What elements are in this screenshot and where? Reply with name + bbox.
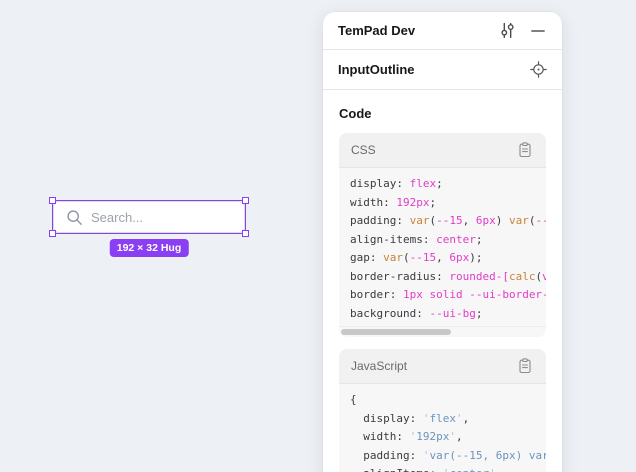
search-placeholder: Search... xyxy=(91,210,143,225)
javascript-code-block: JavaScript { display: 'flex', width: '19… xyxy=(339,349,546,472)
selection-handle-top-right[interactable] xyxy=(242,197,249,204)
scrollbar-thumb[interactable] xyxy=(341,329,451,335)
javascript-block-label: JavaScript xyxy=(351,359,516,373)
sliders-icon[interactable] xyxy=(498,22,516,40)
code-section-title: Code xyxy=(339,106,546,121)
selection-handle-bottom-left[interactable] xyxy=(49,230,56,237)
size-badge: 192 × 32 Hug xyxy=(110,239,189,257)
css-block-label: CSS xyxy=(351,143,516,157)
selected-node-row: InputOutline xyxy=(323,50,562,90)
panel-header[interactable]: TemPad Dev xyxy=(323,12,562,50)
copy-clipboard-icon[interactable] xyxy=(516,357,534,375)
selection-handle-bottom-right[interactable] xyxy=(242,230,249,237)
javascript-code-text[interactable]: { display: 'flex', width: '192px', paddi… xyxy=(339,384,546,472)
copy-clipboard-icon[interactable] xyxy=(516,141,534,159)
javascript-block-header: JavaScript xyxy=(339,349,546,384)
panel-title: TemPad Dev xyxy=(338,23,498,38)
selected-node-name: InputOutline xyxy=(338,62,529,77)
locate-icon[interactable] xyxy=(529,61,547,79)
search-icon xyxy=(65,208,83,226)
css-code-block: CSS display: flex;width: 192px;padding: … xyxy=(339,133,546,337)
code-section: Code CSS display: flex;width: 192px;padd… xyxy=(323,90,562,472)
css-block-header: CSS xyxy=(339,133,546,168)
tempad-dev-panel: TemPad Dev InputOutline xyxy=(323,12,562,472)
css-code-text[interactable]: display: flex;width: 192px;padding: var(… xyxy=(339,168,546,326)
search-input[interactable]: Search... xyxy=(53,201,245,233)
minimize-icon[interactable] xyxy=(529,22,547,40)
css-horizontal-scrollbar[interactable] xyxy=(339,326,546,337)
selection-handle-top-left[interactable] xyxy=(49,197,56,204)
